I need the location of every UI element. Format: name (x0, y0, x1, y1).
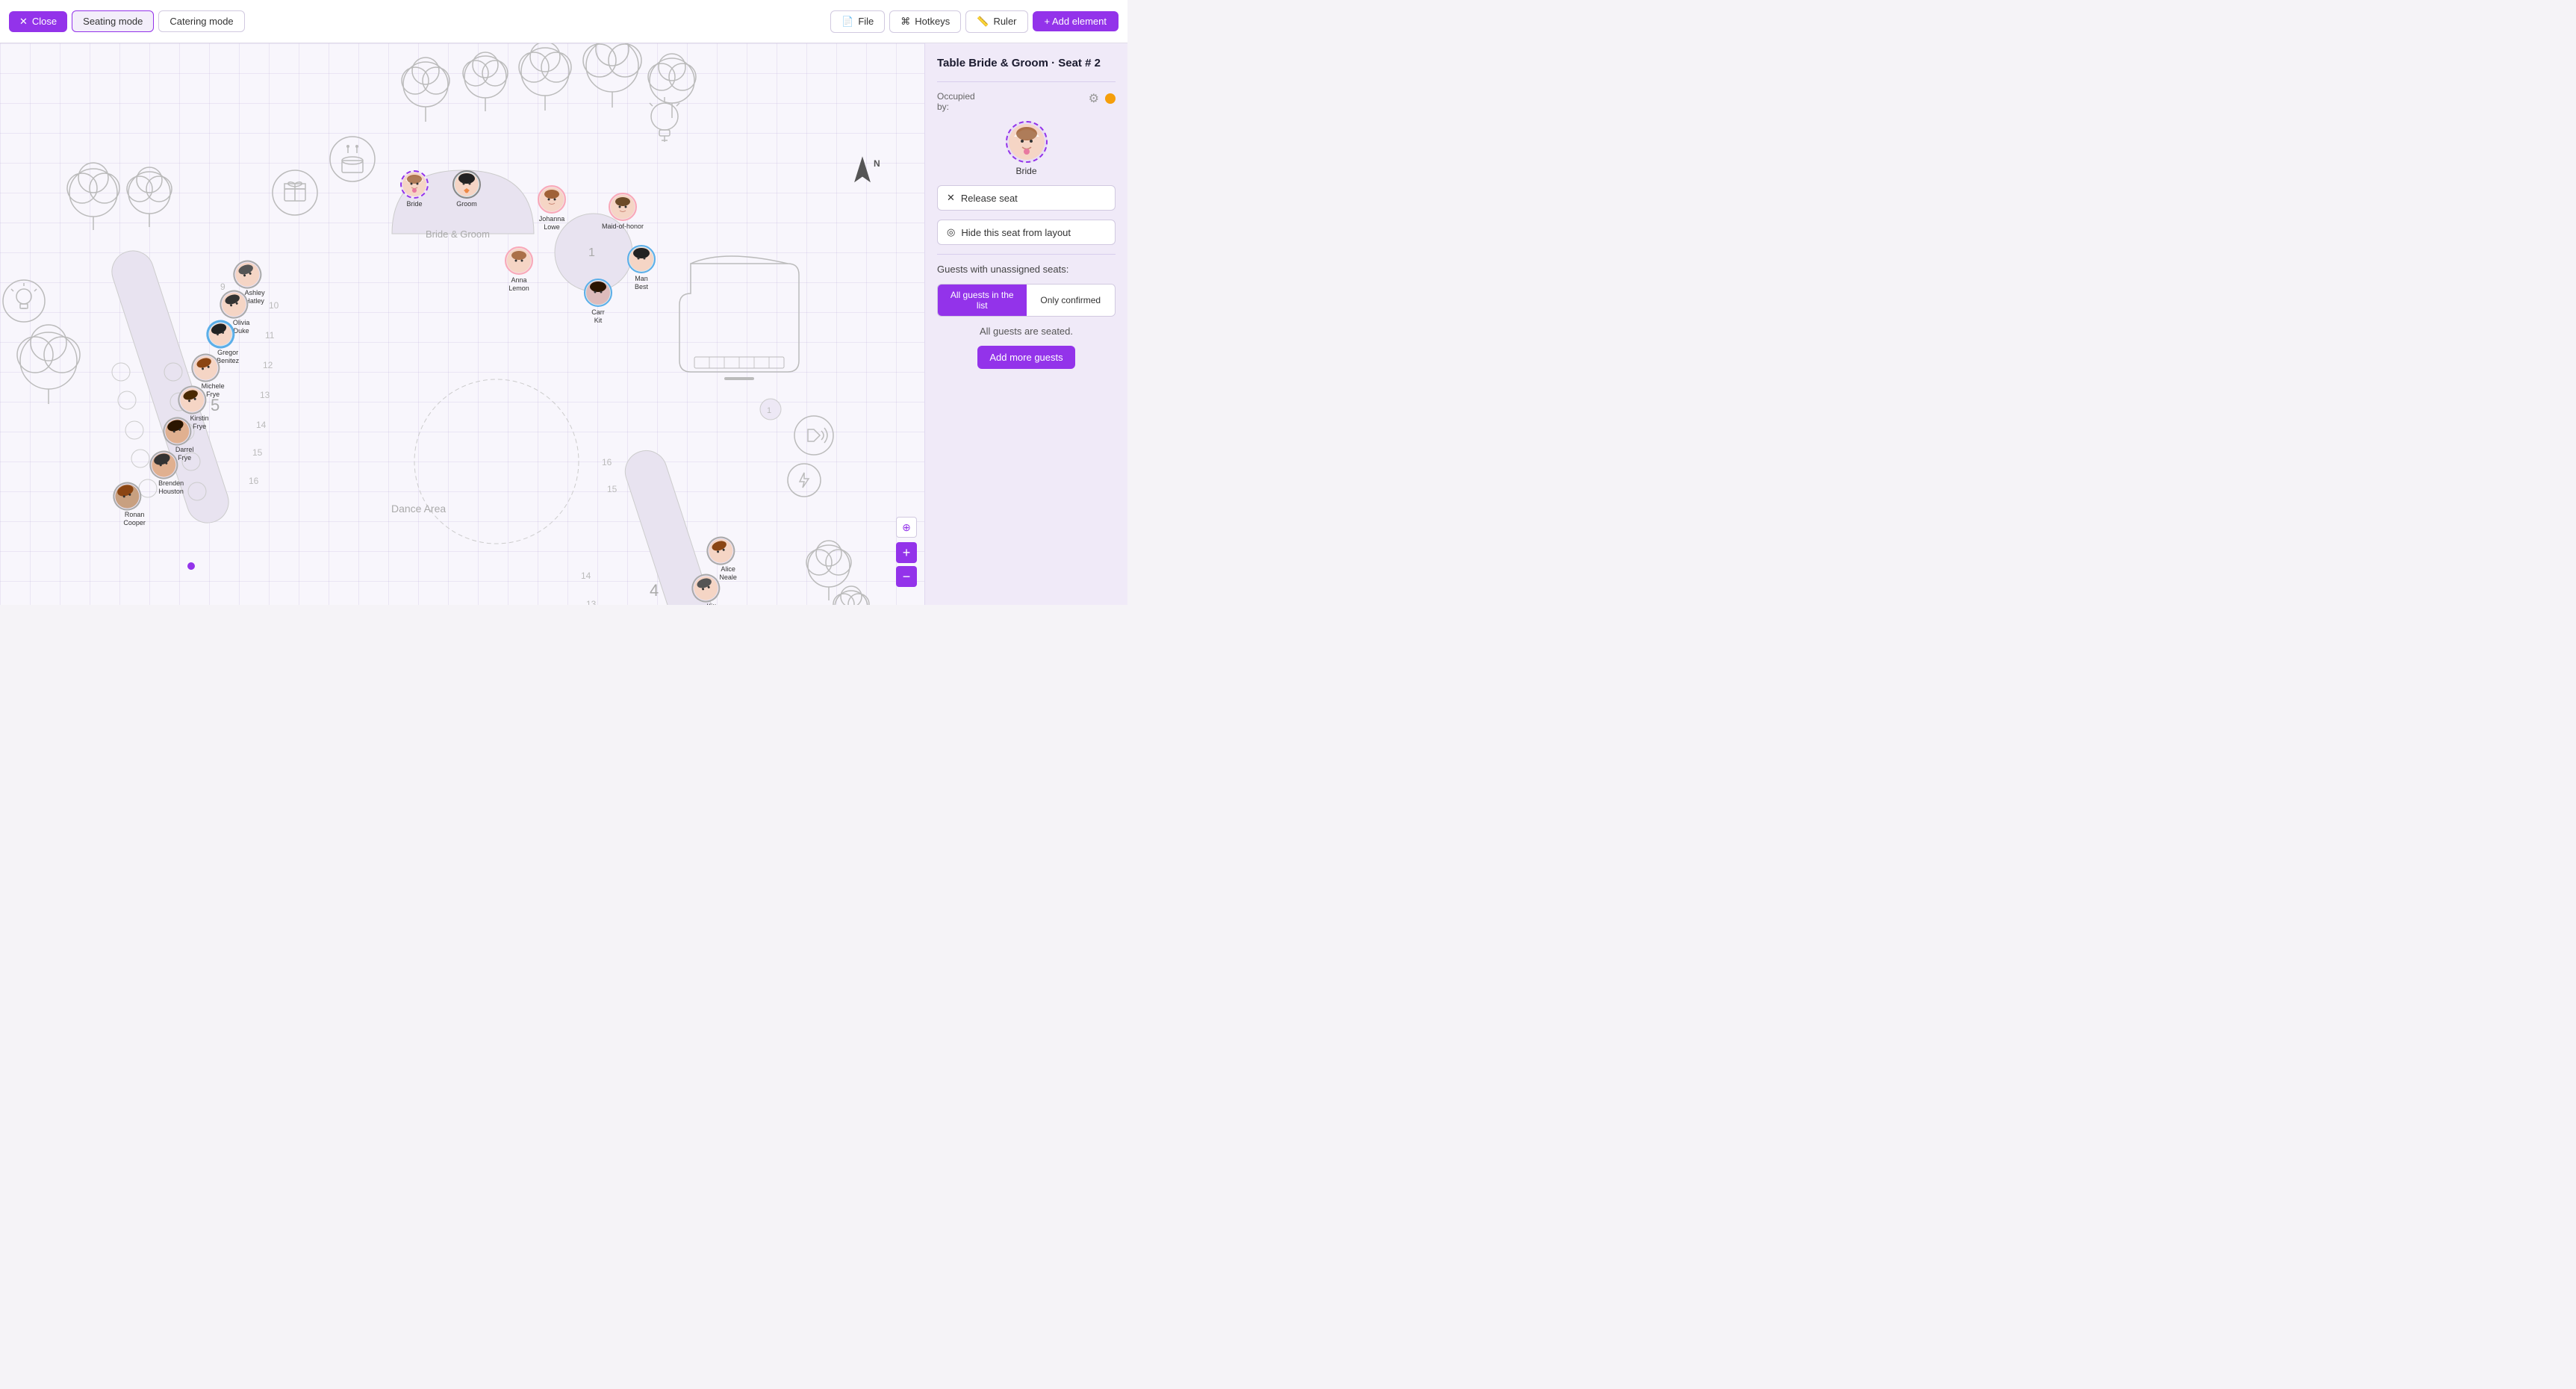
main-area: 9 10 11 12 13 14 15 16 Bride & Groom 1 (0, 43, 1127, 605)
ruler-button[interactable]: 📏 Ruler (965, 10, 1027, 33)
file-button[interactable]: 📄 File (830, 10, 885, 33)
filter-confirmed-tab[interactable]: Only confirmed (1027, 285, 1116, 316)
seating-mode-button[interactable]: Seating mode (72, 10, 154, 32)
svg-text:15: 15 (607, 484, 617, 494)
filter-tabs: All guests in the list Only confirmed (937, 284, 1116, 317)
svg-text:12: 12 (263, 360, 273, 370)
svg-text:Dance Area: Dance Area (391, 503, 446, 515)
close-icon: ✕ (19, 16, 28, 28)
ruler-icon: 📏 (977, 16, 989, 28)
svg-text:13: 13 (260, 390, 270, 400)
hide-seat-button[interactable]: ◎ Hide this seat from layout (937, 220, 1116, 245)
all-seated-label: All guests are seated. (937, 326, 1116, 337)
svg-text:14: 14 (581, 571, 591, 581)
svg-text:4: 4 (650, 581, 659, 600)
divider-2 (937, 254, 1116, 255)
zoom-controls: ⊕ + − (896, 517, 917, 587)
kit-avatar[interactable]: CarrKit (584, 279, 612, 325)
zoom-in-button[interactable]: + (896, 542, 917, 563)
occupied-controls: ⚙ (1089, 91, 1116, 106)
svg-text:14: 14 (256, 420, 267, 430)
compass-button[interactable]: ⊕ (896, 517, 917, 538)
svg-text:16: 16 (602, 457, 612, 467)
svg-text:11: 11 (265, 330, 275, 341)
sidebar-title: Table Bride & Groom · Seat # 2 (937, 57, 1116, 69)
anna-avatar[interactable]: AnnaLemon (505, 246, 533, 293)
bestman-avatar[interactable]: ManBest (627, 245, 656, 291)
status-dot[interactable] (1105, 93, 1116, 104)
svg-text:10: 10 (269, 300, 279, 311)
occupied-label: Occupied by: (937, 91, 975, 112)
svg-text:9: 9 (220, 282, 225, 292)
zoom-out-button[interactable]: − (896, 566, 917, 587)
catering-mode-button[interactable]: Catering mode (158, 10, 244, 32)
release-icon: ✕ (947, 192, 955, 204)
guest-avatar[interactable] (1006, 121, 1048, 163)
johanna-avatar[interactable]: JohannaLowe (538, 185, 566, 232)
divider-1 (937, 81, 1116, 82)
svg-text:13: 13 (586, 599, 597, 605)
svg-text:1: 1 (588, 246, 595, 259)
hotkeys-button[interactable]: ⌘ Hotkeys (889, 10, 961, 33)
svg-text:Bride & Groom: Bride & Groom (426, 229, 490, 240)
release-seat-button[interactable]: ✕ Release seat (937, 185, 1116, 211)
bride-avatar[interactable]: Bride (400, 170, 429, 208)
close-button[interactable]: ✕ Close (9, 11, 67, 32)
guest-avatar-area: Bride (937, 121, 1116, 176)
occupied-row: Occupied by: ⚙ (937, 91, 1116, 112)
svg-text:16: 16 (249, 476, 259, 486)
svg-text:15: 15 (252, 447, 263, 458)
top-bar: ✕ Close Seating mode Catering mode 📄 Fil… (0, 0, 1127, 43)
svg-text:1: 1 (767, 406, 771, 415)
filter-all-tab[interactable]: All guests in the list (938, 285, 1027, 316)
svg-text:N: N (874, 158, 880, 169)
hotkeys-icon: ⌘ (900, 16, 910, 28)
guests-header: Guests with unassigned seats: (937, 264, 1116, 275)
sidebar-panel: Table Bride & Groom · Seat # 2 Occupied … (924, 43, 1127, 605)
guest-name: Bride (1015, 166, 1036, 176)
file-icon: 📄 (841, 16, 853, 28)
gear-icon[interactable]: ⚙ (1089, 91, 1099, 106)
add-element-button[interactable]: + Add element (1033, 11, 1119, 31)
hide-icon: ◎ (947, 226, 955, 238)
add-more-guests-button[interactable]: Add more guests (977, 346, 1074, 369)
seating-canvas[interactable]: 9 10 11 12 13 14 15 16 Bride & Groom 1 (0, 43, 924, 605)
maid-avatar[interactable]: Maid-of-honor (602, 193, 644, 231)
groom-avatar[interactable]: Groom (452, 170, 481, 208)
